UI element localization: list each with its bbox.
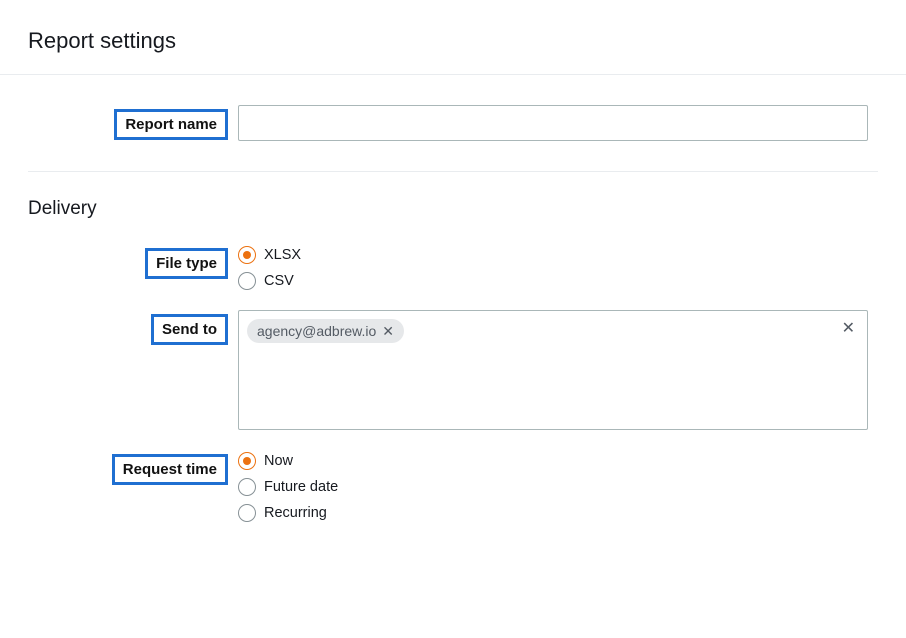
request-time-option-now[interactable]: Now (238, 452, 868, 470)
divider (28, 171, 878, 172)
radio-icon (238, 452, 256, 470)
radio-label: XLSX (264, 247, 301, 263)
request-time-label: Request time (112, 454, 228, 485)
request-time-option-future[interactable]: Future date (238, 478, 868, 496)
radio-icon (238, 504, 256, 522)
file-type-option-csv[interactable]: CSV (238, 272, 868, 290)
clear-all-icon[interactable]: ✕ (842, 321, 855, 337)
delivery-heading: Delivery (28, 198, 878, 220)
radio-icon (238, 246, 256, 264)
remove-recipient-icon[interactable]: ✕ (382, 324, 394, 338)
radio-icon (238, 272, 256, 290)
request-time-option-recurring[interactable]: Recurring (238, 504, 868, 522)
page-title: Report settings (28, 28, 878, 54)
radio-label: Future date (264, 479, 338, 495)
divider (0, 74, 906, 75)
radio-label: Recurring (264, 505, 327, 521)
report-name-input[interactable] (238, 105, 868, 141)
recipient-chip[interactable]: agency@adbrew.io ✕ (247, 319, 404, 343)
request-time-group: Now Future date Recurring (238, 450, 868, 522)
radio-icon (238, 478, 256, 496)
radio-label: CSV (264, 273, 294, 289)
recipient-email: agency@adbrew.io (257, 323, 376, 339)
file-type-group: XLSX CSV (238, 244, 868, 290)
file-type-label: File type (145, 248, 228, 279)
radio-label: Now (264, 453, 293, 469)
send-to-label: Send to (151, 314, 228, 345)
send-to-input[interactable]: agency@adbrew.io ✕ ✕ (238, 310, 868, 430)
file-type-option-xlsx[interactable]: XLSX (238, 246, 868, 264)
report-name-label: Report name (114, 109, 228, 140)
